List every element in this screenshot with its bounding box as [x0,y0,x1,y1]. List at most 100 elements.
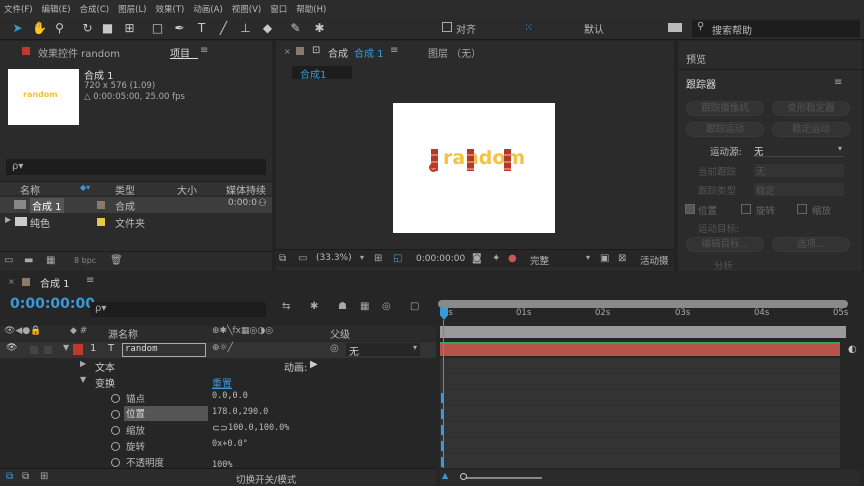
shy-layers-icon[interactable]: ☗ [338,301,347,312]
menu-effect[interactable]: 效果(T) [156,3,185,15]
layer-switch-icons[interactable]: ⊕☼╱ [212,343,233,353]
magnification-dropdown[interactable]: (33.3%) [316,253,352,263]
zoom-tool-icon[interactable]: ⚲ [52,21,67,36]
panel-menu-icon[interactable]: ≡ [834,77,842,88]
property-row[interactable]: 缩放 ⊂⊃ 100.0,100.0% [0,422,436,438]
menu-file[interactable]: 文件(F) [4,3,33,15]
close-tab-icon[interactable]: × [8,277,15,286]
expand-arrow-icon[interactable]: ▶ [5,215,11,224]
rectangle-tool-icon[interactable]: □ [150,21,165,36]
mask-visibility-icon[interactable]: ◱ [393,253,402,264]
menu-composition[interactable]: 合成(C) [80,3,110,15]
pickwhip-icon[interactable]: ◎ [330,343,339,354]
preview-title[interactable]: 预览 [686,51,706,66]
time-navigator[interactable] [438,300,848,308]
pan-behind-tool-icon[interactable]: ⊞ [122,21,137,36]
workspace-menu-icon[interactable] [668,23,682,32]
close-tab-icon[interactable]: × [284,47,291,56]
new-folder-icon[interactable]: ▬ [24,255,33,266]
rotation-checkbox[interactable] [741,204,751,214]
camera-tool-icon[interactable]: ■ [100,21,115,36]
audio-toggle[interactable] [30,346,38,354]
stopwatch-icon[interactable] [111,458,120,467]
prop-opacity-value[interactable]: 100% [212,460,232,468]
property-row[interactable]: 不透明度 100% [0,454,436,468]
property-row[interactable]: 锚点 0.0,0.0 [0,390,436,406]
col-size[interactable]: 大小 [177,182,197,197]
clone-stamp-tool-icon[interactable]: ⊥ [238,21,253,36]
options-button[interactable]: 选项... [772,237,850,252]
label-color[interactable] [97,218,105,226]
current-time-display[interactable]: 0:00:00:00 [10,296,95,312]
brush-tool-icon[interactable]: ╱ [216,21,231,36]
chevron-down-icon[interactable]: ▾ [360,253,364,262]
expand-arrow-icon[interactable]: ▼ [63,343,69,352]
motion-source-dropdown[interactable]: 无 ▾ [754,144,844,158]
stopwatch-icon[interactable] [111,410,120,419]
stabilize-motion-button[interactable]: 稳定运动 [772,122,850,137]
panel-menu-icon[interactable]: ≡ [86,275,94,286]
timeline-search-input[interactable]: ρ▾ [90,302,266,317]
breadcrumb-label[interactable]: 合成1 [300,66,326,81]
text-group-row[interactable]: ▶ 文本 动画: ▶ [0,358,436,374]
layer-row[interactable]: 👁 ▼ 1 T random ⊕☼╱ ◎ 无 ▾ [0,342,436,358]
project-item-row[interactable]: 合成 1 合成 0:00:0 ⚇ [0,197,272,213]
pen-tool-icon[interactable]: ✒ [172,21,187,36]
col-type[interactable]: 类型 [115,182,135,197]
frame-blending-icon[interactable]: ▦ [360,301,369,312]
region-of-interest-icon[interactable]: ▣ [600,253,609,264]
tab-layer[interactable]: 图层 （无） [428,45,481,60]
track-motion-button[interactable]: 跟踪运动 [686,122,764,137]
tab-composition-name[interactable]: 合成 1 [354,45,384,60]
chevron-down-icon[interactable]: ▾ [586,253,590,262]
show-snapshot-icon[interactable]: ✦ [492,253,500,264]
position-checkbox[interactable] [685,204,695,214]
menu-animation[interactable]: 动画(A) [193,3,222,15]
edit-target-button[interactable]: 编辑目标... [686,237,764,252]
parent-dropdown[interactable]: 无 ▾ [346,343,420,358]
motion-blur-icon[interactable]: ◎ [382,301,391,312]
reset-link[interactable]: 重置 [212,375,232,390]
item-name[interactable]: 合成 1 [30,198,64,213]
viewer-timecode[interactable]: 0:00:00:00 [416,254,465,264]
prop-rotation-value[interactable]: 0x+0.0° [212,439,248,449]
transfer-controls-icon[interactable]: ⧉ [22,471,29,482]
camera-snapshot-icon[interactable]: ◙ [472,253,482,264]
menu-window[interactable]: 窗口 [270,3,287,15]
eraser-tool-icon[interactable]: ◆ [260,21,275,36]
panel-menu-icon[interactable]: ≡ [390,45,398,56]
selection-tool-icon[interactable]: ➤ [10,21,25,36]
property-row[interactable]: 旋转 0x+0.0° [0,438,436,454]
transparency-grid-icon[interactable]: ⊠ [618,253,626,264]
time-ruler[interactable]: 0s 01s 02s 03s 04s 05s [440,308,848,326]
interpret-footage-icon[interactable]: ▭ [4,255,13,266]
layer-switches-icon[interactable]: ⊕✱╲fx▦◎◑◎ [212,326,273,336]
warp-stabilizer-button[interactable]: 变形稳定器 [772,101,850,116]
menu-view[interactable]: 视图(V) [232,3,261,15]
anchor-point-icon[interactable] [429,163,438,172]
snap-icon[interactable]: ⁙ [524,21,533,34]
toggle-switches-modes[interactable]: 切换开关/模式 [236,472,296,486]
layer-name-field[interactable]: random [122,343,206,357]
stopwatch-icon[interactable] [111,394,120,403]
scale-checkbox[interactable] [797,204,807,214]
timeline-tab[interactable]: 合成 1 [40,275,70,290]
color-channel-icon[interactable]: ● [508,253,517,264]
puppet-pin-tool-icon[interactable]: ✱ [312,21,327,36]
comp-mini-flowchart-icon[interactable]: ⇆ [282,301,290,312]
item-name[interactable]: 纯色 [30,215,50,230]
comp-breadcrumb[interactable]: 合成1 [292,66,352,81]
align-checkbox[interactable] [442,22,452,32]
col-name[interactable]: 名称 [20,182,40,197]
zoom-slider-handle[interactable] [460,473,467,480]
stopwatch-icon[interactable] [111,442,120,451]
expand-arrow-icon[interactable]: ▼ [80,375,86,384]
timing-icon[interactable]: ⊞ [40,471,48,482]
zoom-slider-track[interactable] [462,477,542,479]
layer-duration-bar[interactable] [440,342,840,356]
resolution-dropdown[interactable]: 完整 [530,253,549,267]
roto-brush-tool-icon[interactable]: ✎ [288,21,303,36]
text-tool-icon[interactable]: T [194,21,209,36]
menu-layer[interactable]: 图层(L) [118,3,146,15]
track-type-dropdown[interactable]: 稳定 [754,183,844,197]
